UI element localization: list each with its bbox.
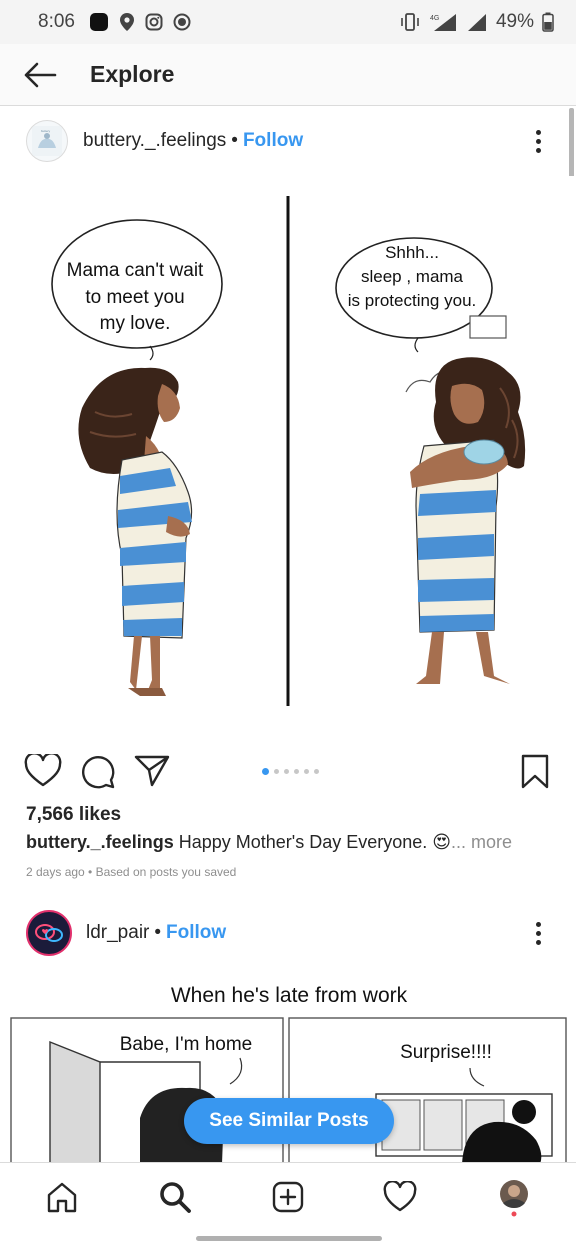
app-notification-icon [89,13,108,31]
dot [535,930,541,936]
post2-more-options-button[interactable] [526,918,550,948]
mama-sign [469,315,507,339]
avatar-image: buttery [32,126,62,156]
post2-header: ldr_pair • Follow [0,898,576,968]
carousel-dot [304,769,309,774]
follow-button[interactable]: Follow [243,130,303,152]
app-header: Explore [0,44,576,106]
ldr-pair-logo-icon [32,916,66,950]
nav-home[interactable] [42,1177,82,1217]
page-title: Explore [90,61,175,87]
right-bubble-line-3: is protecting you. [348,291,477,310]
right-speech-bubble: Shhh... sleep , mama is protecting you. [335,237,493,353]
status-icons [89,12,191,32]
panel-left-speech: Babe, I'm home [120,1034,252,1055]
bottom-nav [0,1162,576,1228]
profile-avatar [500,1180,528,1217]
mother-illustration: Mama can't wait to meet you my love. Shh… [51,196,526,706]
post-image[interactable]: Mama can't wait to meet you my love. Shh… [0,176,576,746]
likes-count[interactable]: 7,566 likes [26,804,121,826]
signal-icon [467,14,486,31]
caption-username[interactable]: buttery._.feelings [26,832,174,852]
bookmark-icon[interactable] [520,754,550,790]
caption-more-link[interactable]: ... more [451,832,512,852]
post-actions [0,748,576,796]
post2-avatar[interactable] [26,910,72,956]
search-icon [160,1182,191,1213]
post-username[interactable]: buttery._.feelings [83,130,226,152]
svg-text:4G: 4G [430,15,439,22]
left-bubble-line-3: my love. [100,313,171,334]
dot [535,147,541,153]
new-post-icon [272,1181,304,1213]
back-button[interactable] [0,44,80,106]
left-speech-bubble: Mama can't wait to meet you my love. [51,219,223,361]
battery-icon [542,12,554,32]
nav-new-post[interactable] [268,1177,308,1217]
nav-search[interactable] [155,1177,195,1217]
location-icon [119,13,134,31]
door [49,1040,101,1165]
mother-holding-baby-figure [410,357,526,684]
right-bubble-line-1: Shhh... [385,243,439,262]
signal-4g-icon: 4G [430,14,456,31]
carousel-dot [284,769,289,774]
avatar[interactable]: buttery [26,120,68,162]
share-icon[interactable] [134,754,170,788]
see-similar-posts-button[interactable]: See Similar Posts [184,1098,394,1144]
pregnant-woman-figure [78,367,193,696]
panel-right-speech: Surprise!!!! [400,1042,492,1063]
comment-icon[interactable] [80,754,116,790]
carousel-dot [274,769,279,774]
post-header: buttery buttery._.feelings • Follow [0,106,576,176]
nav-activity[interactable] [380,1177,420,1217]
heart-icon [383,1181,417,1212]
caption: buttery._.feelings Happy Mother's Day Ev… [26,832,512,853]
record-icon [173,13,191,31]
home-icon [47,1182,77,1213]
right-bubble-line-2: sleep , mama [361,267,464,286]
vibrate-icon [401,13,419,31]
carousel-indicator [262,768,319,775]
comic-title: When he's late from work [171,984,408,1007]
back-arrow-icon [24,62,57,87]
instagram-notification-icon [145,13,163,31]
dot [535,921,541,927]
dot [535,939,541,945]
status-right: 4G 49% [400,11,554,33]
more-options-button[interactable] [526,126,550,156]
dot [535,129,541,135]
battery-percent: 49% [495,11,534,32]
heart-icon[interactable] [24,754,62,788]
gesture-bar[interactable] [196,1236,382,1241]
separator: • [154,922,162,943]
left-bubble-line-1: Mama can't wait [67,260,204,281]
carousel-dot [314,769,319,774]
left-bubble-line-2: to meet you [85,287,184,308]
nav-profile[interactable] [494,1177,534,1217]
svg-text:buttery: buttery [41,129,51,133]
carousel-dot [262,768,269,775]
dot [535,138,541,144]
carousel-dot [294,769,299,774]
status-time: 8:06 [38,11,75,32]
post-meta: 2 days ago • Based on posts you saved [26,865,237,879]
post2-username[interactable]: ldr_pair [86,922,149,944]
separator: • [231,130,238,151]
post2-follow-button[interactable]: Follow [166,922,226,944]
caption-text: Happy Mother's Day Everyone. 😍 [178,832,452,852]
status-bar: 8:06 4G 49% [0,0,576,44]
